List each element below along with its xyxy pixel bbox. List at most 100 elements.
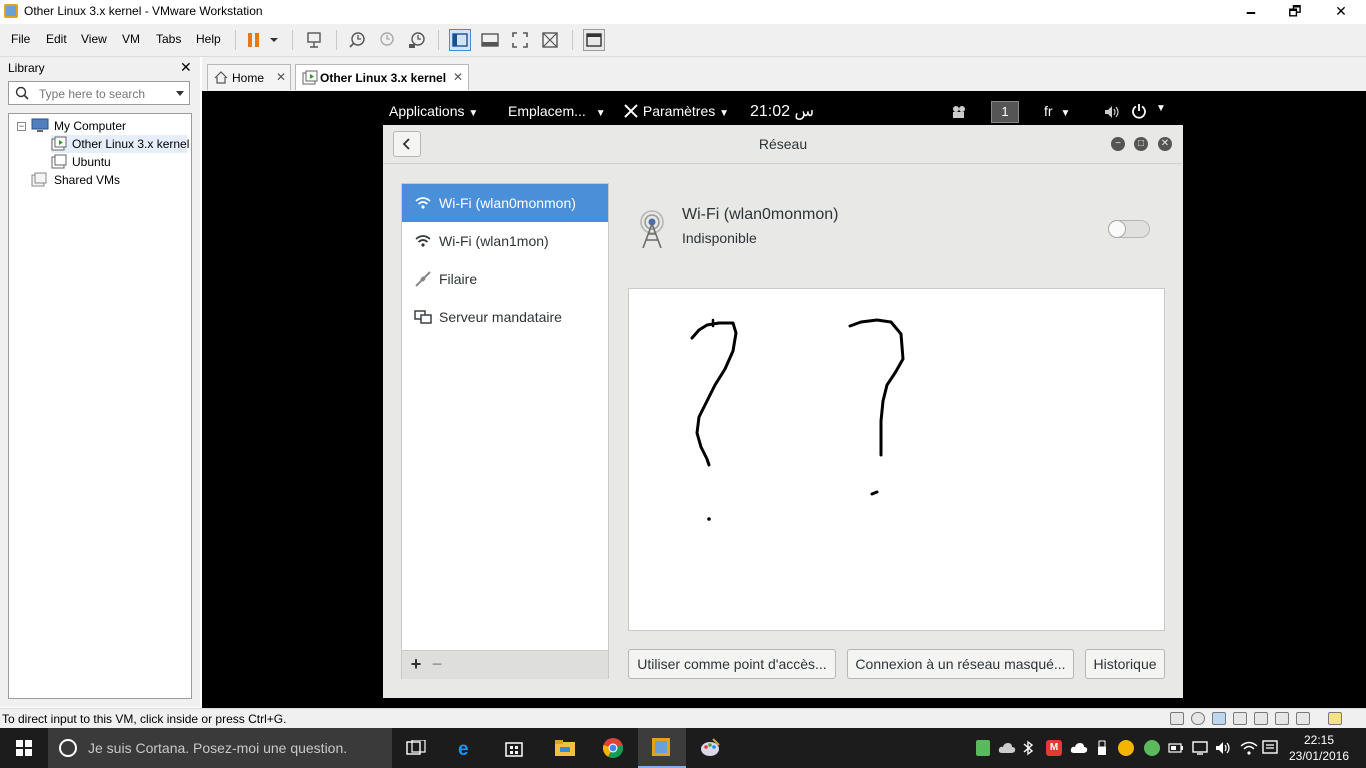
usb-device-icon[interactable] bbox=[1096, 740, 1108, 756]
tab-label: Other Linux 3.x kernel bbox=[320, 71, 447, 85]
utorrent-icon[interactable] bbox=[1144, 740, 1160, 756]
edge-browser-icon[interactable]: e bbox=[456, 738, 476, 758]
network-item-proxy[interactable]: Serveur mandataire bbox=[402, 298, 608, 336]
wifi-device-title: Wi-Fi (wlan0monmon) bbox=[682, 206, 839, 223]
mega-icon[interactable]: M bbox=[1046, 740, 1062, 756]
access-point-list[interactable] bbox=[628, 288, 1165, 631]
tree-item-other-linux[interactable]: Other Linux 3.x kernel bbox=[51, 135, 189, 153]
workspace-indicator[interactable]: 1 bbox=[991, 101, 1019, 123]
language-menu[interactable]: fr ▼ bbox=[1044, 103, 1070, 119]
network-item-wlan1mon[interactable]: Wi-Fi (wlan1mon) bbox=[402, 222, 608, 260]
menu-vm[interactable]: VM bbox=[122, 32, 140, 46]
gnome-clock[interactable]: 21:02 س bbox=[750, 101, 814, 121]
history-button[interactable]: Historique bbox=[1085, 649, 1165, 679]
gnome-top-bar: Applications ▼ Emplacem... ▼ Paramètres … bbox=[383, 94, 1183, 128]
onedrive-icon[interactable] bbox=[1070, 740, 1088, 756]
close-button[interactable]: ✕ bbox=[1158, 137, 1172, 151]
library-search-input[interactable] bbox=[37, 85, 171, 103]
wifi-toggle-switch[interactable] bbox=[1108, 220, 1150, 238]
snapshot-manager-icon[interactable] bbox=[407, 30, 427, 50]
minimize-button[interactable]: 🗕 bbox=[1228, 2, 1274, 22]
chrome-icon[interactable] bbox=[602, 737, 624, 759]
settings-menu[interactable]: Paramètres ▼ bbox=[623, 103, 729, 119]
menu-edit[interactable]: Edit bbox=[46, 32, 67, 46]
tab-close-icon[interactable]: ✕ bbox=[276, 70, 286, 84]
remove-network-button[interactable]: − bbox=[427, 655, 447, 675]
volume-icon[interactable] bbox=[1214, 740, 1232, 756]
tab-other-linux[interactable]: Other Linux 3.x kernel ✕ bbox=[295, 64, 469, 90]
unity-mode-icon[interactable] bbox=[540, 30, 560, 50]
menu-help[interactable]: Help bbox=[196, 32, 221, 46]
network-adapter-icon[interactable] bbox=[1212, 712, 1226, 725]
applications-menu[interactable]: Applications ▼ bbox=[389, 103, 478, 119]
thumbnail-bar-icon[interactable] bbox=[480, 30, 500, 50]
network-item-wired[interactable]: Filaire bbox=[402, 260, 608, 298]
message-log-icon[interactable] bbox=[1328, 712, 1342, 725]
places-menu[interactable]: Emplacem... ▼ bbox=[508, 103, 606, 119]
full-screen-icon[interactable] bbox=[510, 30, 530, 50]
menu-view[interactable]: View bbox=[81, 32, 107, 46]
hard-disk-icon[interactable] bbox=[1170, 712, 1184, 725]
vm-display[interactable]: Applications ▼ Emplacem... ▼ Paramètres … bbox=[202, 91, 1366, 708]
menu-tabs[interactable]: Tabs bbox=[156, 32, 181, 46]
paint-icon[interactable] bbox=[699, 737, 721, 759]
send-ctrl-alt-del-icon[interactable] bbox=[304, 30, 324, 50]
display-icon[interactable] bbox=[1296, 712, 1310, 725]
status-bar: To direct input to this VM, click inside… bbox=[0, 708, 1366, 729]
chevron-down-icon[interactable] bbox=[175, 90, 185, 98]
sound-card-icon[interactable] bbox=[1275, 712, 1289, 725]
usb-icon[interactable] bbox=[1254, 712, 1268, 725]
cortana-prompt: Je suis Cortana. Posez-moi une question. bbox=[88, 740, 348, 756]
vmware-taskbar-button[interactable] bbox=[638, 728, 686, 768]
vmware-app-icon bbox=[652, 738, 670, 756]
show-library-icon[interactable] bbox=[449, 29, 471, 51]
menu-file[interactable]: File bbox=[11, 32, 30, 46]
pause-icon[interactable] bbox=[244, 30, 264, 50]
revert-snapshot-icon[interactable] bbox=[377, 30, 397, 50]
console-view-icon[interactable] bbox=[583, 29, 605, 51]
cortana-search-box[interactable]: Je suis Cortana. Posez-moi une question. bbox=[48, 728, 392, 768]
screen-icon[interactable] bbox=[1192, 740, 1208, 756]
status-message: To direct input to this VM, click inside… bbox=[2, 712, 287, 726]
system-clock[interactable]: 22:15 23/01/2016 bbox=[1286, 732, 1352, 764]
camera-icon[interactable] bbox=[951, 105, 967, 119]
vm-icon bbox=[51, 154, 67, 169]
cd-dvd-icon[interactable] bbox=[1191, 712, 1205, 725]
caret-down-icon[interactable]: ▼ bbox=[1156, 103, 1166, 114]
close-window-button[interactable]: ✕ bbox=[1318, 2, 1364, 22]
window-header: Réseau − □ ✕ bbox=[383, 125, 1183, 164]
window-title-bar: Other Linux 3.x kernel - VMware Workstat… bbox=[0, 0, 1366, 24]
battery-icon[interactable] bbox=[1168, 740, 1184, 756]
menu-bar: File Edit View VM Tabs Help bbox=[0, 24, 1366, 57]
hidden-network-button[interactable]: Connexion à un réseau masqué... bbox=[847, 649, 1074, 679]
collapse-toggle[interactable]: − bbox=[17, 122, 26, 131]
snapshot-icon[interactable] bbox=[347, 30, 367, 50]
tray-app-icon[interactable] bbox=[1118, 740, 1134, 756]
file-explorer-icon[interactable] bbox=[554, 738, 576, 758]
task-view-icon[interactable] bbox=[406, 740, 426, 756]
bluetooth-icon[interactable] bbox=[1022, 740, 1034, 756]
power-icon[interactable] bbox=[1131, 103, 1147, 119]
toolbar-separator bbox=[438, 30, 439, 50]
maximize-button[interactable]: □ bbox=[1134, 137, 1148, 151]
add-network-button[interactable]: + bbox=[406, 655, 426, 675]
volume-icon[interactable] bbox=[1103, 104, 1121, 120]
tab-home[interactable]: Home ✕ bbox=[207, 64, 291, 90]
network-item-wlan0monmon[interactable]: Wi-Fi (wlan0monmon) bbox=[402, 184, 608, 222]
notifications-icon[interactable] bbox=[1262, 740, 1278, 756]
tray-app-icon[interactable] bbox=[976, 740, 990, 756]
hotspot-button[interactable]: Utiliser comme point d'accès... bbox=[628, 649, 836, 679]
store-icon[interactable] bbox=[504, 738, 524, 758]
library-search-box[interactable] bbox=[8, 81, 190, 105]
printer-icon[interactable] bbox=[1233, 712, 1247, 725]
restore-button[interactable]: 🗗 bbox=[1272, 2, 1318, 22]
tab-close-icon[interactable]: ✕ bbox=[453, 70, 463, 84]
wifi-icon[interactable] bbox=[1240, 740, 1258, 756]
chevron-down-icon[interactable] bbox=[268, 30, 280, 50]
clock-time: 22:15 bbox=[1303, 733, 1335, 747]
windows-start-icon[interactable] bbox=[16, 740, 32, 756]
minimize-button[interactable]: − bbox=[1111, 137, 1125, 151]
cloud-icon[interactable] bbox=[998, 740, 1016, 756]
back-button[interactable] bbox=[393, 131, 421, 157]
library-close-button[interactable]: ✕ bbox=[180, 59, 192, 76]
